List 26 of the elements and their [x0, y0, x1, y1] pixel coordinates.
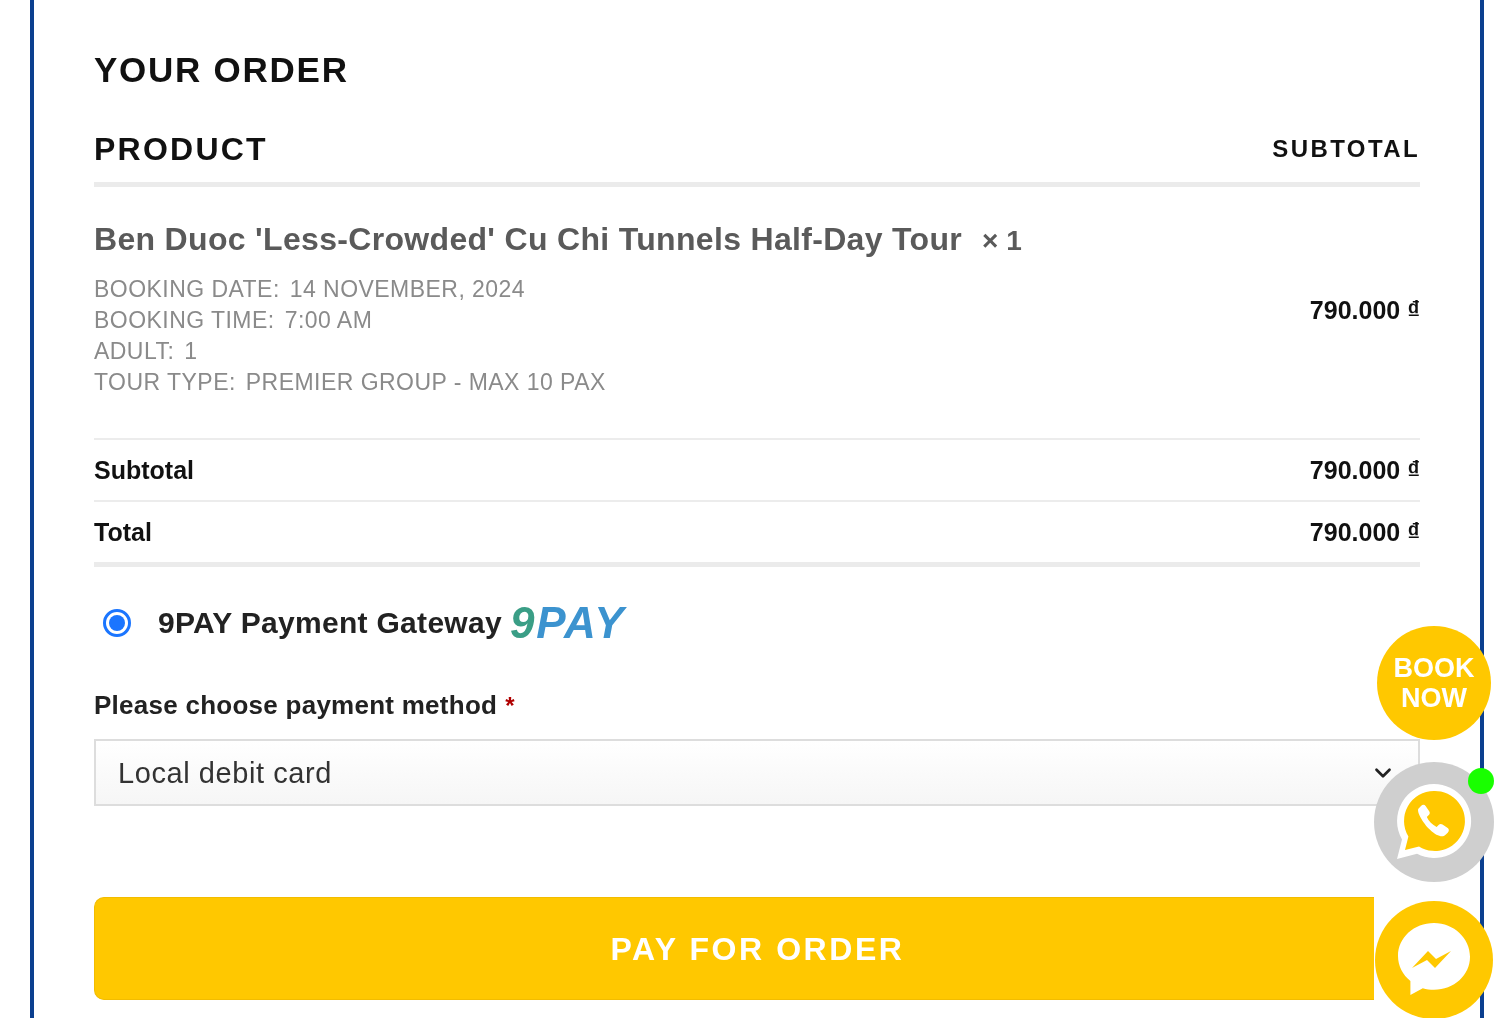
radio-button[interactable]: [103, 609, 131, 637]
meta-label: BOOKING DATE:: [94, 275, 280, 304]
totals-label: Total: [94, 517, 152, 547]
meta-label: BOOKING TIME:: [94, 306, 275, 335]
product-quantity: × 1: [982, 224, 1022, 258]
totals-value: 790.000 ₫: [1309, 517, 1420, 547]
column-header: PRODUCT: [94, 130, 268, 169]
messenger-icon[interactable]: [1375, 901, 1493, 1018]
meta-label: TOUR TYPE:: [94, 368, 236, 397]
section-heading: YOUR ORDER: [94, 50, 350, 90]
line-subtotal: 790.000 ₫: [1309, 294, 1420, 325]
gateway-logo: 9PAY: [509, 598, 626, 648]
meta-value: 7:00 AM: [284, 306, 373, 335]
payment-method-label[interactable]: 9PAY Payment Gateway: [158, 605, 502, 641]
totals-label: Subtotal: [94, 455, 194, 485]
meta-value: 14 NOVEMBER, 2024: [289, 275, 526, 304]
meta-label: ADULT:: [94, 337, 175, 366]
product-name: Ben Duoc 'Less-Crowded' Cu Chi Tunnels Half-Day Tour: [94, 221, 963, 257]
required-mark: *: [505, 691, 515, 721]
meta-value: PREMIER GROUP - MAX 10 PAX: [245, 368, 606, 397]
meta-value: 1: [184, 337, 198, 366]
column-header: SUBTOTAL: [1272, 134, 1420, 164]
totals-value: 790.000 ₫: [1309, 455, 1420, 485]
field-label: Please choose payment method: [94, 690, 498, 720]
whatsapp-icon[interactable]: [1374, 762, 1494, 882]
payment-method-select[interactable]: Local debit card: [94, 739, 1420, 806]
